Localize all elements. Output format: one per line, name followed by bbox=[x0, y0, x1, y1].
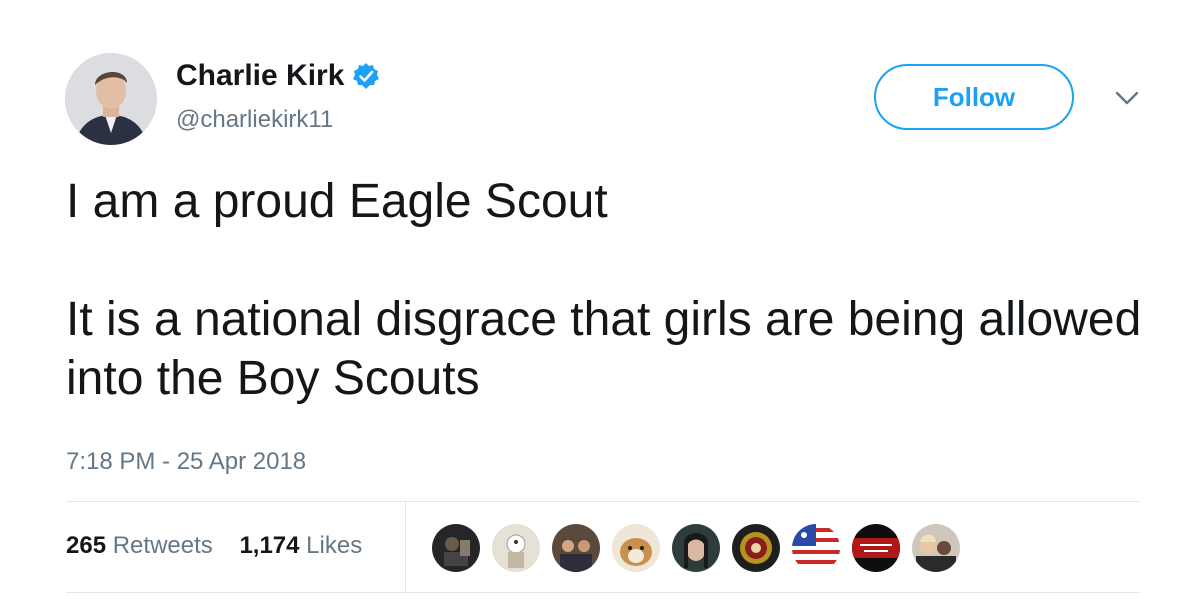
liker-avatar-icon[interactable] bbox=[730, 522, 782, 574]
retweets-stat[interactable]: 265 Retweets bbox=[66, 532, 213, 559]
tweet-timestamp[interactable]: 7:18 PM - 25 Apr 2018 bbox=[66, 446, 306, 478]
display-name[interactable]: Charlie Kirk bbox=[176, 56, 344, 96]
liker-avatars bbox=[430, 522, 970, 574]
liker-avatar-icon[interactable] bbox=[910, 522, 962, 574]
liker-avatar-icon[interactable] bbox=[850, 522, 902, 574]
retweets-label: Retweets bbox=[112, 532, 213, 559]
liker-avatar-icon[interactable] bbox=[550, 522, 602, 574]
liker-avatar-icon[interactable] bbox=[490, 522, 542, 574]
divider bbox=[66, 592, 1140, 593]
chevron-down-icon[interactable] bbox=[1112, 86, 1142, 110]
likes-label: Likes bbox=[306, 532, 363, 559]
retweets-count: 265 bbox=[66, 532, 107, 559]
divider bbox=[66, 501, 1140, 502]
display-name-row: Charlie Kirk bbox=[176, 56, 380, 96]
liker-avatar-icon[interactable] bbox=[790, 522, 842, 574]
likes-count: 1,174 bbox=[239, 532, 300, 559]
divider-vertical bbox=[405, 502, 406, 592]
liker-avatar-icon[interactable] bbox=[670, 522, 722, 574]
verified-badge-icon bbox=[352, 62, 380, 90]
tweet-paragraph: It is a national disgrace that girls are… bbox=[66, 293, 1142, 405]
follow-button[interactable]: Follow bbox=[874, 64, 1074, 130]
liker-avatar-icon[interactable] bbox=[610, 522, 662, 574]
profile-avatar[interactable] bbox=[65, 53, 157, 145]
user-handle[interactable]: @charliekirk11 bbox=[176, 104, 333, 136]
tweet-text: I am a proud Eagle Scout It is a nationa… bbox=[66, 172, 1146, 408]
tweet-paragraph: I am a proud Eagle Scout bbox=[66, 175, 608, 228]
tweet-stats: 265 Retweets 1,174 Likes bbox=[66, 530, 382, 562]
liker-avatar-icon[interactable] bbox=[430, 522, 482, 574]
likes-stat[interactable]: 1,174 Likes bbox=[239, 532, 362, 559]
